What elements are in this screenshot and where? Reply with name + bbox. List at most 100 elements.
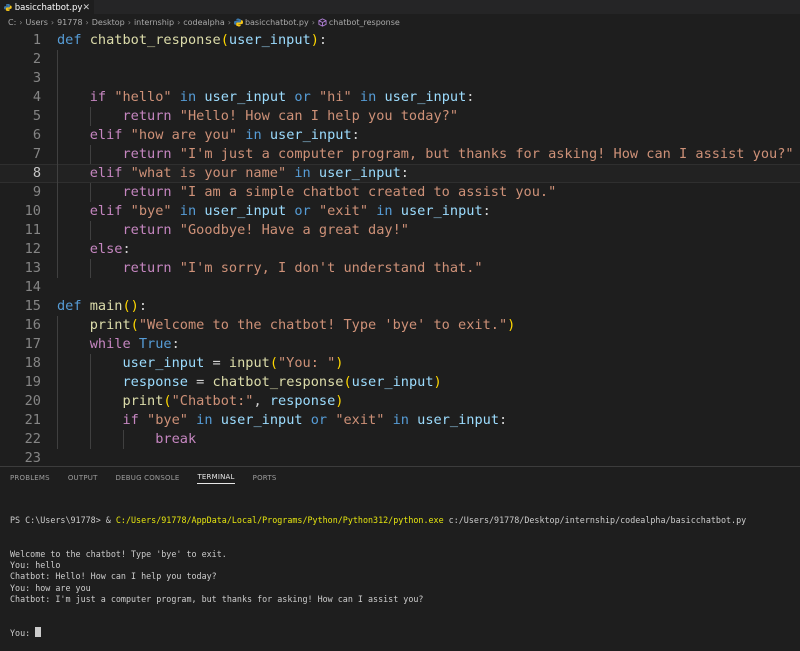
line-number: 13 [24,260,41,276]
code-line[interactable]: 13 return "I'm sorry, I don't understand… [0,259,800,278]
code-token: : [482,203,491,219]
line-number: 19 [24,374,41,390]
code-token: def [57,32,90,48]
code-text: user_input = input("You: ") [57,354,343,373]
code-line[interactable]: 23 [0,449,800,467]
code-token: ( [163,393,172,409]
line-number: 16 [24,317,41,333]
panel-tab-debug-console[interactable]: DEBUG CONSOLE [116,474,180,482]
code-token: input [228,355,270,371]
code-line[interactable]: 20 print("Chatbot:", response) [0,392,800,411]
terminal-input-line[interactable]: You: [10,627,795,639]
code-line[interactable]: 12 else: [0,240,800,259]
panel-tab-ports[interactable]: PORTS [253,474,277,482]
code-token: in [237,127,270,143]
code-text: response = chatbot_response(user_input) [57,373,441,392]
code-line[interactable]: 21 if "bye" in user_input or "exit" in u… [0,411,800,430]
line-number: 9 [32,184,41,200]
python-file-icon [233,17,243,27]
panel-tab-problems[interactable]: PROBLEMS [10,474,50,482]
breadcrumb-item[interactable]: basicchatbot.py [245,18,309,27]
file-tab-label: basicchatbot.py [14,2,83,13]
chevron-right-icon: › [19,17,23,27]
chevron-right-icon: › [227,17,231,27]
breadcrumb-item[interactable]: chatbot_response [329,18,400,27]
code-token: : [499,412,508,428]
code-line[interactable]: 7 return "I'm just a computer program, b… [0,145,800,164]
code-line[interactable]: 2 [0,50,800,69]
code-line[interactable]: 19 response = chatbot_response(user_inpu… [0,373,800,392]
code-token: user_input [269,127,352,143]
breadcrumb-item[interactable]: 91778 [57,18,82,27]
terminal-input-prompt: You: [10,628,36,639]
panel-tab-output[interactable]: OUTPUT [68,474,98,482]
code-text: while True: [57,335,180,354]
code-line[interactable]: 16 print("Welcome to the chatbot! Type '… [0,316,800,335]
code-line[interactable]: 15 def main(): [0,297,800,316]
code-token: return [122,108,180,124]
line-number: 15 [24,298,41,314]
breadcrumb-item[interactable]: Users [25,18,47,27]
line-number: 7 [32,146,41,162]
code-token: ( [220,32,229,48]
code-token: response [122,374,188,390]
breadcrumb-item[interactable]: Desktop [92,18,125,27]
code-editor[interactable]: 1 def chatbot_response(user_input): 2 3 4 if… [0,31,800,467]
line-number: 22 [24,431,41,447]
code-token: in [187,412,221,428]
breadcrumb-item[interactable]: codealpha [183,18,224,27]
editor-tab-bar: basicchatbot.py ✕ [0,0,800,14]
line-number: 1 [32,32,41,48]
indent-guide [89,221,91,240]
line-number: 21 [24,412,41,428]
close-tab-icon[interactable]: ✕ [82,3,90,13]
code-line[interactable]: 9 return "I am a simple chatbot created … [0,183,800,202]
code-token: user_input [351,374,434,390]
code-line[interactable]: 10 elif "bye" in user_input or "exit" in… [0,202,800,221]
code-line[interactable]: 17 while True: [0,335,800,354]
terminal[interactable]: PS C:\Users\91778> & C:/Users/91778/AppD… [10,493,795,651]
code-token: "exit" [335,412,385,428]
indent-guide [89,183,91,202]
code-line[interactable]: 11 return "Goodbye! Have a great day!" [0,221,800,240]
panel-tab-terminal[interactable]: TERMINAL [197,473,235,484]
terminal-output-line: You: hello [10,560,61,571]
code-line[interactable]: 18 user_input = input("You: ") [0,354,800,373]
code-line[interactable]: 4 if "hello" in user_input or "hi" in us… [0,88,800,107]
code-token: "exit" [318,203,369,219]
breadcrumb-item[interactable]: C: [8,18,16,27]
code-text: print("Welcome to the chatbot! Type 'bye… [57,316,516,335]
code-line[interactable]: 22 break [0,430,800,449]
code-line[interactable]: 3 [0,69,800,88]
code-text: def main(): [57,297,147,316]
code-token: : [171,336,180,352]
code-line[interactable]: 14 [0,278,800,297]
code-text: return "Hello! How can I help you today?… [57,107,458,126]
breadcrumb-item[interactable]: internship [134,18,174,27]
line-number: 10 [24,203,41,219]
code-token: ) [310,32,319,48]
code-line[interactable]: 8 elif "what is your name" in user_input… [0,164,800,183]
method-cube-icon [318,17,327,27]
file-tab[interactable]: basicchatbot.py ✕ [0,0,94,14]
code-token: in [384,412,418,428]
terminal-output-line: Chatbot: Hello! How can I help you today… [10,571,217,582]
code-line[interactable]: 5 return "Hello! How can I help you toda… [0,107,800,126]
chevron-right-icon: › [127,17,131,27]
code-token: "Goodbye! Have a great day!" [179,222,409,238]
line-number: 14 [24,279,41,295]
code-text: return "Goodbye! Have a great day!" [57,221,409,240]
code-token: ( [343,374,352,390]
code-text: print("Chatbot:", response) [57,392,343,411]
code-line[interactable]: 1 def chatbot_response(user_input): [0,31,800,50]
code-text: elif "bye" in user_input or "exit" in us… [57,202,491,221]
code-token: if [122,412,148,428]
code-token: user_input [204,89,287,105]
code-line[interactable]: 6 elif "how are you" in user_input: [0,126,800,145]
code-text: if "hello" in user_input or "hi" in user… [57,88,475,107]
code-token: "how are you" [130,127,238,143]
code-token: or [286,89,319,105]
